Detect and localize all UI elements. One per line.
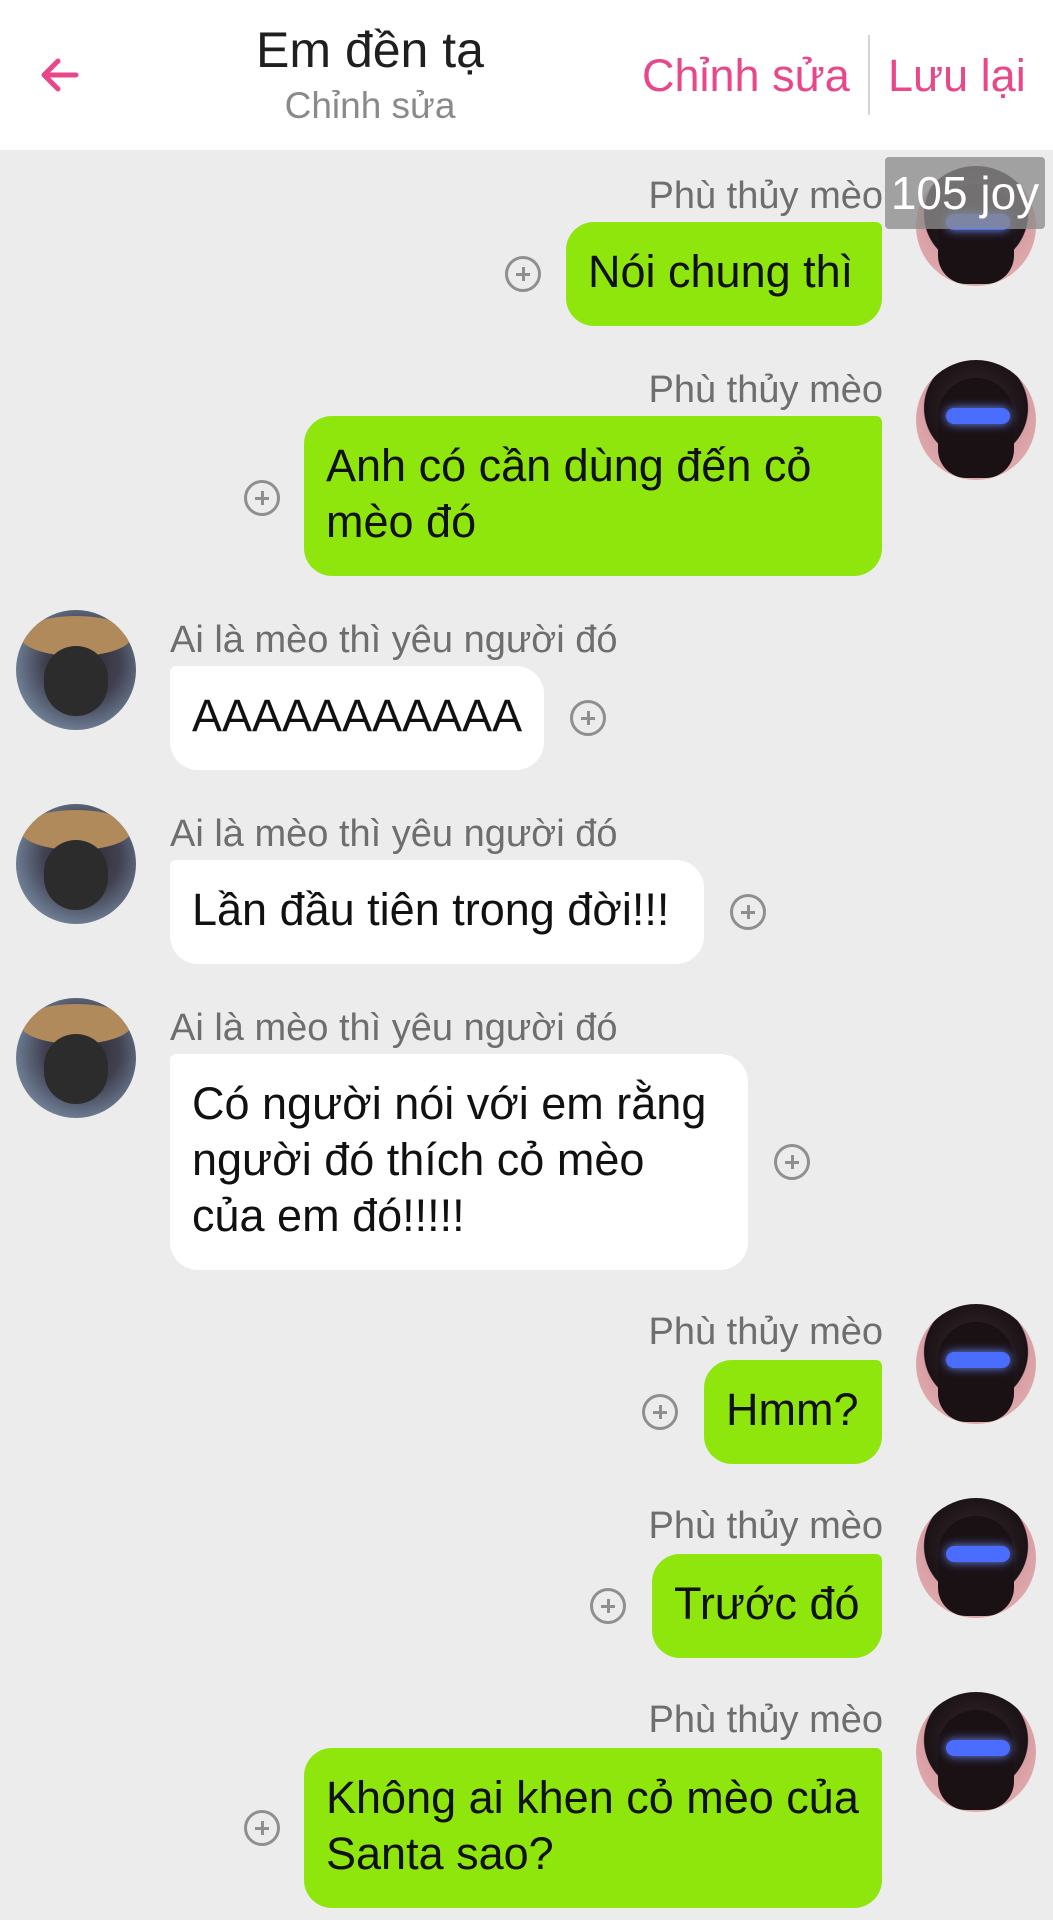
joy-badge: 105 joy — [885, 157, 1045, 229]
add-reaction-icon[interactable] — [774, 1144, 810, 1180]
avatar[interactable] — [16, 610, 136, 730]
message-bubble[interactable]: Nói chung thì — [566, 222, 882, 326]
avatar[interactable] — [16, 804, 136, 924]
add-reaction-icon[interactable] — [244, 480, 280, 516]
save-button[interactable]: Lưu lại — [888, 48, 1026, 104]
message-bubble[interactable]: Không ai khen cỏ mèo của Santa sao? — [304, 1748, 882, 1908]
avatar[interactable] — [916, 1498, 1036, 1618]
message-bubble[interactable]: Có người nói với em rằng người đó thích … — [170, 1054, 748, 1270]
avatar[interactable] — [916, 360, 1036, 480]
page-subtitle: Chỉnh sửa — [284, 85, 456, 126]
avatar[interactable] — [16, 998, 136, 1118]
message-bubble[interactable]: Trước đó — [652, 1554, 882, 1658]
avatar[interactable] — [916, 1692, 1036, 1812]
sender-name: Phù thủy mèo — [648, 369, 883, 411]
arrow-left-icon — [41, 58, 79, 92]
title-block: Em đền tạ Chỉnh sửa — [190, 18, 550, 130]
avatar[interactable] — [916, 1304, 1036, 1424]
sender-name: Ai là mèo thì yêu người đó — [170, 1007, 618, 1049]
add-reaction-icon[interactable] — [505, 256, 541, 292]
sender-name: Phù thủy mèo — [648, 175, 883, 217]
sender-name: Ai là mèo thì yêu người đó — [170, 813, 618, 855]
sender-name: Phù thủy mèo — [648, 1311, 883, 1353]
message-bubble[interactable]: Hmm? — [704, 1360, 882, 1464]
sender-name: Phù thủy mèo — [648, 1505, 883, 1547]
add-reaction-icon[interactable] — [570, 700, 606, 736]
page-title: Em đền tạ — [256, 22, 484, 78]
back-button[interactable] — [30, 45, 90, 105]
sender-name: Ai là mèo thì yêu người đó — [170, 619, 618, 661]
add-reaction-icon[interactable] — [590, 1588, 626, 1624]
add-reaction-icon[interactable] — [244, 1810, 280, 1846]
add-reaction-icon[interactable] — [642, 1394, 678, 1430]
top-bar: Em đền tạ Chỉnh sửa Chỉnh sửa Lưu lại — [0, 0, 1053, 150]
header-divider — [868, 35, 870, 115]
message-bubble[interactable]: AAAAAAAAAAA — [170, 666, 544, 770]
add-reaction-icon[interactable] — [730, 894, 766, 930]
message-bubble[interactable]: Lần đầu tiên trong đời!!! — [170, 860, 704, 964]
edit-button[interactable]: Chỉnh sửa — [642, 48, 850, 104]
sender-name: Phù thủy mèo — [648, 1699, 883, 1741]
message-bubble[interactable]: Anh có cần dùng đến cỏ mèo đó — [304, 416, 882, 576]
